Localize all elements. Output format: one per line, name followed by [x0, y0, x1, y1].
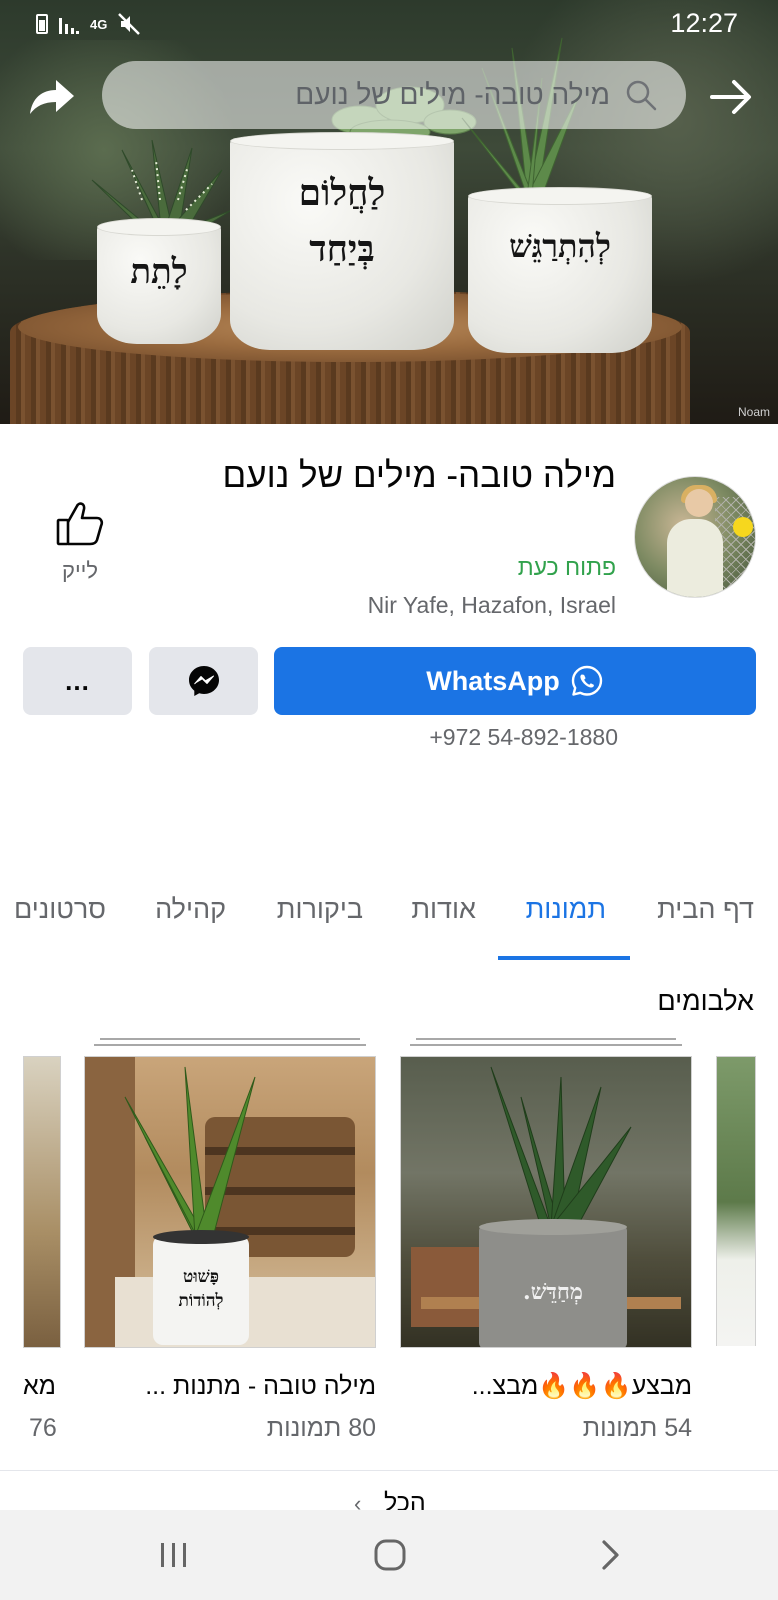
active-tab-indicator	[498, 956, 630, 960]
tab-videos[interactable]: סרטונים	[14, 894, 106, 925]
nav-back-button[interactable]	[580, 1530, 640, 1580]
album-card[interactable]: מא 76	[23, 1046, 61, 1446]
home-icon	[374, 1539, 406, 1571]
more-label: ...	[65, 665, 90, 696]
album-card[interactable]	[716, 1046, 756, 1346]
pot-right-text: לְהִתְרַגֵּשׁ	[509, 227, 611, 265]
cover-watermark: Noam	[737, 405, 770, 419]
status-time: 12:27	[670, 8, 738, 38]
album-thumb-text: מְחַדֵּשׁ.	[523, 1279, 583, 1305]
page-tabs: דף הבית תמונות אודות ביקורות קהילה סרטונ…	[0, 884, 778, 960]
status-bar: 4G 12:27	[0, 0, 778, 48]
messenger-button[interactable]	[149, 647, 258, 715]
album-thumbnail	[716, 1056, 756, 1346]
recent-apps-button[interactable]	[144, 1530, 204, 1580]
pot-left-text: לָתֵת	[130, 252, 188, 292]
pot-center: לַחֲלוֹם בְּיַחַד	[230, 132, 454, 350]
pot-left: לָתֵת	[97, 218, 221, 344]
home-button[interactable]	[360, 1530, 420, 1580]
whatsapp-label: WhatsApp	[426, 665, 560, 696]
status-icons: 4G	[36, 12, 141, 36]
share-arrow-icon	[30, 80, 74, 114]
share-button[interactable]	[24, 70, 78, 124]
tab-reviews[interactable]: ביקורות	[277, 894, 363, 925]
album-title: מא	[23, 1372, 56, 1400]
tab-about[interactable]: אודות	[411, 894, 476, 925]
album-card[interactable]: מְחַדֵּשׁ. מבצע🔥🔥🔥מבצ... 54 תמונות	[400, 1038, 692, 1446]
open-status: פתוח כעת	[517, 554, 616, 580]
system-nav-bar	[0, 1510, 778, 1600]
back-button[interactable]	[704, 70, 758, 124]
profile-avatar[interactable]	[634, 476, 756, 598]
album-count: 76	[29, 1414, 57, 1442]
mute-icon	[118, 13, 141, 35]
arrow-right-icon	[710, 80, 751, 114]
search-bar[interactable]: מילה טובה- מילים של נועם	[102, 61, 686, 129]
pot-center-line1: לַחֲלוֹם	[298, 172, 386, 214]
search-icon	[626, 80, 657, 111]
network-type: 4G	[90, 16, 108, 32]
album-card[interactable]: פָּשׁוּט לְהוֹדוֹת מילה טובה - מתנות ...…	[84, 1038, 376, 1446]
albums-heading: אלבומים	[657, 986, 754, 1016]
like-label: לייק	[61, 558, 99, 583]
thumbs-up-icon	[56, 502, 104, 546]
battery-icon	[36, 14, 48, 34]
whatsapp-icon	[571, 665, 602, 696]
album-thumb-text-1: פָּשׁוּט	[183, 1267, 219, 1287]
see-all-albums[interactable]: ‹ הכל	[0, 1470, 778, 1517]
more-options-button[interactable]: ...	[23, 647, 132, 715]
search-text: מילה טובה- מילים של נועם	[295, 79, 610, 110]
album-thumb-text-2: לְהוֹדוֹת	[178, 1291, 224, 1311]
phone-number[interactable]: +972 54-892-1880	[429, 724, 618, 751]
pot-center-line2: בְּיַחַד	[309, 228, 375, 270]
album-thumbnail	[23, 1056, 61, 1348]
album-thumbnail: פָּשׁוּט לְהוֹדוֹת	[84, 1056, 376, 1348]
recent-apps-icon	[161, 1543, 186, 1567]
tab-home[interactable]: דף הבית	[657, 894, 754, 925]
tab-community[interactable]: קהילה	[155, 894, 226, 925]
album-thumbnail: מְחַדֵּשׁ.	[400, 1056, 692, 1348]
page-title: מילה טובה- מילים של נועם	[222, 456, 617, 495]
tab-photos[interactable]: תמונות	[526, 894, 606, 925]
album-title: מילה טובה - מתנות ...	[145, 1372, 376, 1400]
page-location[interactable]: Nir Yafe, Hazafon, Israel	[368, 592, 616, 619]
messenger-icon	[188, 666, 219, 696]
album-title: מבצע🔥🔥🔥מבצ...	[471, 1372, 692, 1400]
chevron-right-icon	[602, 1540, 619, 1570]
like-button[interactable]: לייק	[52, 500, 108, 584]
pot-right: לְהִתְרַגֵּשׁ	[468, 187, 652, 353]
whatsapp-button[interactable]: WhatsApp	[274, 647, 756, 715]
album-count: 54 תמונות	[582, 1414, 692, 1442]
album-count: 80 תמונות	[266, 1414, 376, 1442]
signal-icon	[59, 18, 79, 34]
